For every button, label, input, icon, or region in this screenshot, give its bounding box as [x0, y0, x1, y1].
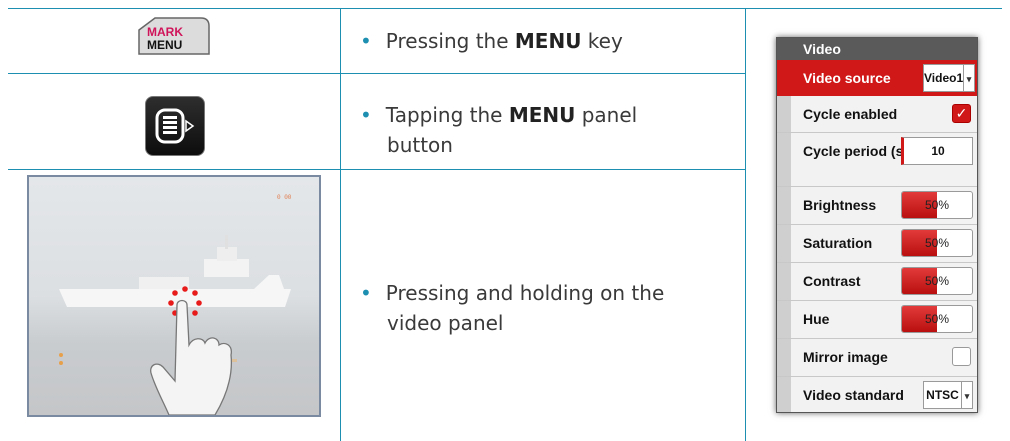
table-top-border [8, 8, 1002, 9]
svg-text:MENU: MENU [147, 38, 182, 52]
menu-panel-button-icon [145, 96, 205, 156]
row-1-text: • Pressing the MENU key [360, 29, 623, 53]
menu-item-cycle-period[interactable]: Cycle period (s) 10 [777, 132, 977, 168]
chevron-down-icon: ▾ [963, 65, 974, 91]
menu-item-saturation[interactable]: Saturation 50% [777, 224, 977, 260]
menu-title: Video [777, 38, 977, 60]
menu-key-label: MENU [514, 29, 582, 53]
brightness-slider[interactable]: 50% [901, 191, 973, 219]
video-panel-press-hold-image: 0 00 [27, 175, 321, 417]
hue-slider[interactable]: 50% [901, 305, 973, 333]
table-column-divider [745, 8, 746, 441]
row-2-text: • Tapping the MENU panel button [360, 103, 638, 157]
contrast-slider[interactable]: 50% [901, 267, 973, 295]
menu-item-hue[interactable]: Hue 50% [777, 300, 977, 336]
chevron-down-icon: ▾ [961, 382, 972, 408]
saturation-slider[interactable]: 50% [901, 229, 973, 257]
svg-text:0 00: 0 00 [277, 194, 292, 201]
bullet: • [360, 103, 372, 127]
table-column-divider [340, 8, 341, 441]
menu-item-mirror-image[interactable]: Mirror image [777, 338, 977, 374]
video-menu-panel: Video Video source Video1 ▾ Cycle enable… [776, 37, 978, 413]
cycle-enabled-checkbox[interactable]: ✓ [952, 104, 971, 123]
menu-item-video-source[interactable]: Video source Video1 ▾ [777, 60, 977, 96]
menu-label: MENU [508, 103, 576, 127]
video-source-dropdown[interactable]: Video1 ▾ [923, 64, 975, 92]
cycle-period-input[interactable]: 10 [901, 137, 973, 165]
bullet: • [360, 29, 372, 53]
table-row-divider [8, 169, 745, 170]
menu-item-cycle-enabled[interactable]: Cycle enabled ✓ [777, 96, 977, 132]
bullet: • [360, 281, 372, 305]
mark-menu-key-icon: MARK MENU [137, 16, 211, 56]
video-standard-dropdown[interactable]: NTSC ▾ [923, 381, 973, 409]
menu-item-brightness[interactable]: Brightness 50% [777, 186, 977, 222]
row-3-text: • Pressing and holding on the video panel [360, 281, 665, 335]
menu-item-video-standard[interactable]: Video standard NTSC ▾ [777, 376, 977, 412]
table-row-divider [8, 73, 745, 74]
svg-text:MARK: MARK [147, 25, 183, 39]
menu-item-contrast[interactable]: Contrast 50% [777, 262, 977, 298]
mirror-image-checkbox[interactable] [952, 347, 971, 366]
